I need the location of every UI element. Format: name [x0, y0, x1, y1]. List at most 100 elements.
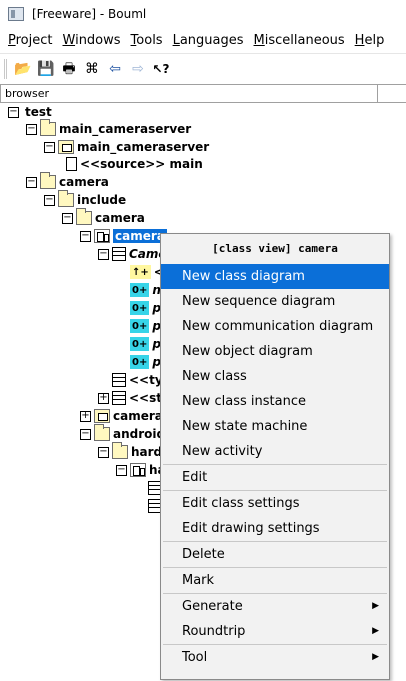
print-icon[interactable]: 🖶	[59, 59, 79, 79]
deployment-view-icon	[94, 409, 110, 423]
menu-item-mark[interactable]: Mark	[161, 568, 389, 593]
menu-languages-mnemonic: L	[172, 33, 180, 48]
tree-node-label: main_cameraserver	[77, 140, 210, 154]
expand-toggle-icon[interactable]: +	[80, 410, 91, 422]
class-icon	[112, 247, 126, 261]
open-folder-icon[interactable]: 📂	[13, 59, 33, 79]
expand-toggle-icon[interactable]: +	[98, 392, 109, 404]
tree-node-label: include	[77, 193, 127, 207]
collapse-toggle-icon[interactable]: −	[26, 123, 37, 135]
menu-item-new-activity[interactable]: New activity	[161, 439, 389, 464]
menu-languages[interactable]: Languages	[173, 33, 244, 48]
menu-miscellaneous-label-rest: iscellaneous	[264, 33, 345, 48]
title-bar: [Freeware] - Bouml	[0, 0, 406, 28]
tree-node-android-folder[interactable]: − android	[80, 424, 166, 443]
toolbar: 📂 💾 🖶 ⌘ ⇦ ⇨ ↖?	[0, 54, 406, 84]
folder-icon	[58, 190, 74, 207]
toolbar-grip[interactable]	[4, 59, 7, 79]
menu-item-label: Generate	[182, 599, 243, 614]
tree-node-main-cameraserver-folder[interactable]: − main_cameraserver	[26, 119, 192, 138]
public-attribute-icon: 0+	[130, 355, 150, 369]
window-title: [Freeware] - Bouml	[32, 7, 147, 21]
tree-node-camera-folder[interactable]: − camera	[26, 172, 109, 191]
menu-project[interactable]: Project	[8, 33, 53, 48]
menu-item-edit-class-settings[interactable]: Edit class settings	[161, 491, 389, 516]
tree-node-camera-package[interactable]: + camera	[80, 407, 163, 425]
save-icon[interactable]: 💾	[36, 59, 56, 79]
folder-icon	[76, 208, 92, 225]
menu-item-new-sequence-diagram[interactable]: New sequence diagram	[161, 289, 389, 314]
tree-node-label: test	[25, 105, 52, 119]
class-view-icon	[130, 463, 146, 477]
menu-item-tool[interactable]: Tool ▶	[161, 645, 389, 670]
menu-tools-label-rest: ools	[136, 33, 163, 48]
tree-node-include-folder[interactable]: − include	[44, 190, 127, 209]
menu-project-label-rest: roject	[15, 33, 53, 48]
menu-tools[interactable]: Tools	[131, 33, 163, 48]
menu-help-label-rest: elp	[364, 33, 385, 48]
forward-arrow-icon[interactable]: ⇨	[128, 59, 148, 79]
tree-node-camera-class[interactable]: − Came	[98, 245, 167, 263]
collapse-toggle-icon[interactable]: −	[62, 212, 73, 224]
menu-windows-mnemonic: W	[62, 33, 76, 48]
menu-item-new-object-diagram[interactable]: New object diagram	[161, 339, 389, 364]
submenu-arrow-icon: ▶	[372, 626, 379, 636]
menu-item-new-class-diagram[interactable]: New class diagram	[161, 264, 389, 289]
menu-project-mnemonic: P	[8, 33, 16, 48]
context-menu-title: [class view] camera	[212, 242, 338, 255]
collapse-toggle-icon[interactable]: −	[44, 194, 55, 206]
class-icon	[112, 391, 126, 405]
menu-item-roundtrip[interactable]: Roundtrip ▶	[161, 619, 389, 644]
submenu-arrow-icon: ▶	[372, 652, 379, 662]
tree-node-label: camera	[59, 175, 109, 189]
collapse-toggle-icon[interactable]: −	[98, 248, 109, 260]
menu-item-new-class[interactable]: New class	[161, 364, 389, 389]
tree-node-label: <<source>> main	[80, 157, 203, 171]
submenu-arrow-icon: ▶	[372, 601, 379, 611]
tree-node-label: android	[113, 427, 166, 441]
collapse-toggle-icon[interactable]: −	[116, 464, 127, 476]
collapse-toggle-icon[interactable]: −	[8, 106, 19, 118]
tree-node-camera-include-folder[interactable]: − camera	[62, 208, 145, 227]
public-attribute-icon: 0+	[130, 283, 150, 297]
tree-node-label: main_cameraserver	[59, 122, 192, 136]
menu-windows[interactable]: Windows	[63, 33, 121, 48]
whats-this-help-icon[interactable]: ↖?	[151, 59, 171, 79]
back-arrow-icon[interactable]: ⇦	[105, 59, 125, 79]
find-icon[interactable]: ⌘	[82, 59, 102, 79]
tree-node-str-class[interactable]: + <<str	[98, 389, 168, 407]
menu-item-label: Roundtrip	[182, 624, 246, 639]
tree-node-camera-classview[interactable]: − camera	[80, 227, 167, 245]
class-icon	[112, 373, 126, 387]
class-view-icon	[94, 229, 110, 243]
tree-node-ha-classview[interactable]: − ha	[116, 461, 166, 479]
menu-item-new-state-machine[interactable]: New state machine	[161, 414, 389, 439]
app-window-icon	[8, 7, 24, 21]
tree-node-label: camera	[113, 229, 167, 243]
tree-node-label: camera	[95, 211, 145, 225]
menu-miscellaneous[interactable]: Miscellaneous	[254, 33, 345, 48]
tree-node-main-cameraserver-package[interactable]: − main_cameraserver	[44, 138, 209, 156]
folder-icon	[112, 442, 128, 459]
public-attribute-icon: 0+	[130, 301, 150, 315]
public-attribute-icon: 0+	[130, 337, 150, 351]
context-menu: [class view] camera New class diagram Ne…	[160, 233, 390, 680]
collapse-toggle-icon[interactable]: −	[80, 428, 91, 440]
folder-icon	[40, 119, 56, 136]
menu-item-edit[interactable]: Edit	[161, 465, 389, 490]
collapse-toggle-icon[interactable]: −	[44, 141, 55, 153]
source-artifact-icon	[66, 157, 77, 171]
menu-item-generate[interactable]: Generate ▶	[161, 594, 389, 619]
menu-item-new-communication-diagram[interactable]: New communication diagram	[161, 314, 389, 339]
browser-header: browser	[0, 84, 378, 103]
menu-item-new-class-instance[interactable]: New class instance	[161, 389, 389, 414]
collapse-toggle-icon[interactable]: −	[80, 230, 91, 242]
menu-languages-label-rest: anguages	[179, 33, 244, 48]
menu-item-edit-drawing-settings[interactable]: Edit drawing settings	[161, 516, 389, 541]
collapse-toggle-icon[interactable]: −	[98, 446, 109, 458]
browser-header-separator	[378, 84, 406, 103]
collapse-toggle-icon[interactable]: −	[26, 176, 37, 188]
menu-item-delete[interactable]: Delete	[161, 542, 389, 567]
menu-help[interactable]: Help	[355, 33, 385, 48]
tree-node-source-main[interactable]: <<source>> main	[66, 155, 203, 173]
